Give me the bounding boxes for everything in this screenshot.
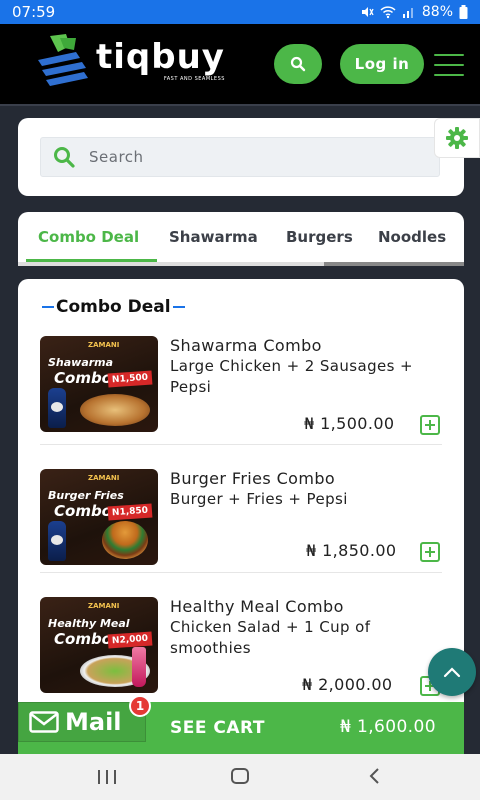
header-divider: [0, 104, 480, 106]
add-to-cart-button[interactable]: [420, 415, 440, 435]
tab-burgers[interactable]: Burgers: [286, 212, 353, 262]
system-nav-bar: [0, 754, 480, 800]
search-icon: [54, 147, 75, 168]
hamburger-menu-icon[interactable]: [434, 54, 464, 76]
section-heading: Combo Deal: [40, 297, 187, 317]
wifi-icon: [380, 6, 396, 19]
search-icon: [290, 56, 306, 72]
envelope-icon: [29, 711, 59, 733]
category-tabs: Combo Deal Shawarma Burgers Noodles: [18, 212, 464, 262]
item-name[interactable]: Burger Fries Combo: [170, 469, 335, 488]
mute-icon: [361, 7, 374, 17]
battery-percent: 88%: [421, 4, 453, 20]
item-price: ₦ 1,500.00: [304, 414, 395, 433]
combo-deal-section: Combo Deal ZAMANI Shawarma Combo N1,500 …: [18, 279, 464, 739]
item-price: ₦ 1,850.00: [306, 541, 397, 560]
signal-icon: [402, 8, 413, 18]
settings-tab[interactable]: [434, 118, 480, 158]
cart-total: ₦ 1,600.00: [340, 717, 436, 737]
item-divider: [40, 572, 442, 573]
item-description: Burger + Fries + Pepsi: [170, 490, 348, 508]
add-to-cart-button[interactable]: [420, 542, 440, 562]
item-image[interactable]: ZAMANI Healthy Meal Combo N2,000: [40, 597, 158, 693]
item-image[interactable]: ZAMANI Shawarma Combo N1,500: [40, 336, 158, 432]
gear-icon: [446, 127, 468, 149]
recents-icon[interactable]: [98, 770, 116, 784]
back-icon[interactable]: [368, 767, 380, 790]
search-card: [18, 118, 464, 196]
header-search-button[interactable]: [274, 44, 322, 84]
scroll-to-top-button[interactable]: [428, 648, 476, 696]
logo-tagline: FAST AND SEAMLESS: [163, 76, 225, 82]
search-input[interactable]: [89, 148, 409, 166]
item-description: Chicken Salad + 1 Cup of smoothies: [170, 618, 371, 657]
chevron-up-icon: [443, 667, 461, 678]
tab-noodles[interactable]: Noodles: [378, 212, 446, 262]
login-button[interactable]: Log in: [340, 44, 424, 84]
home-icon[interactable]: [231, 768, 249, 784]
app-header: tiqbuy FAST AND SEAMLESS Log in: [0, 24, 480, 104]
mail-button[interactable]: Mail 1: [18, 695, 151, 742]
tab-shawarma[interactable]: Shawarma: [169, 212, 258, 262]
logo-mark-icon: [36, 32, 90, 90]
tiqbuy-logo[interactable]: tiqbuy FAST AND SEAMLESS: [36, 32, 225, 90]
item-name[interactable]: Healthy Meal Combo: [170, 597, 344, 616]
section-title: Combo Deal: [56, 297, 171, 317]
logo-wordmark: tiqbuy: [96, 37, 225, 77]
status-bar: 07:59 88%: [0, 0, 480, 24]
status-time: 07:59: [12, 3, 56, 21]
cart-bar[interactable]: Mail 1 SEE CART ₦ 1,600.00: [18, 695, 464, 754]
item-image[interactable]: ZAMANI Burger Fries Combo N1,850: [40, 469, 158, 565]
item-name[interactable]: Shawarma Combo: [170, 336, 322, 355]
plus-icon: [425, 420, 435, 430]
mail-label: Mail: [65, 708, 122, 736]
battery-icon: [459, 5, 468, 19]
status-icons: 88%: [360, 4, 468, 20]
item-price: ₦ 2,000.00: [302, 675, 393, 694]
tab-combo-deal[interactable]: Combo Deal: [38, 212, 139, 262]
tabs-scrollbar[interactable]: [18, 262, 464, 266]
item-description: Large Chicken + 2 Sausages + Pepsi: [170, 357, 413, 396]
mail-badge: 1: [129, 695, 151, 717]
see-cart-button[interactable]: SEE CART: [170, 718, 265, 738]
plus-icon: [425, 547, 435, 557]
search-field[interactable]: [40, 137, 440, 177]
item-divider: [40, 444, 442, 445]
